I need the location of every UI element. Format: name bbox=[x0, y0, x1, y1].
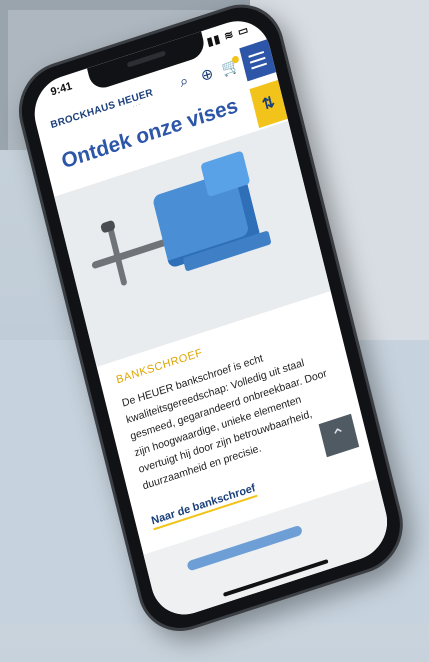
signal-wifi-battery-icon: ▮▮ ≋ ▭ bbox=[205, 23, 251, 49]
globe-icon[interactable]: ⊕ bbox=[199, 64, 215, 85]
next-product-image bbox=[186, 524, 303, 572]
search-icon[interactable]: ⌕ bbox=[178, 72, 190, 91]
menu-icon bbox=[251, 62, 267, 70]
product-description: De HEUER bankschroef is echt kwaliteitsg… bbox=[120, 352, 329, 493]
menu-button[interactable] bbox=[239, 39, 277, 82]
logo-tagline: · · · bbox=[131, 101, 141, 111]
filter-button[interactable]: ⇅ bbox=[249, 79, 288, 129]
speaker bbox=[126, 50, 166, 68]
status-time: 9:41 bbox=[49, 80, 74, 99]
